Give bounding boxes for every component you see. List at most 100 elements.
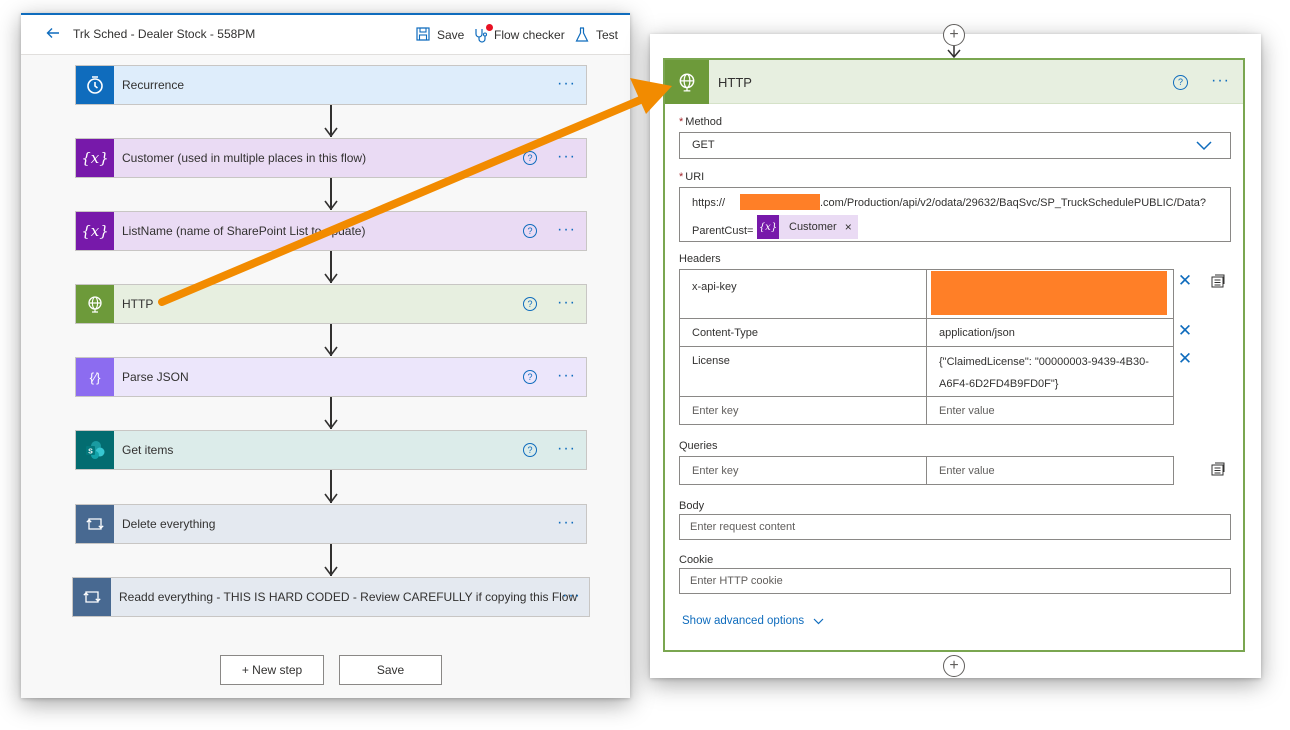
flow-designer-panel: Trk Sched - Dealer Stock - 558PM Save Fl… xyxy=(21,13,630,698)
redacted-api-key xyxy=(931,271,1167,315)
error-indicator-dot xyxy=(486,24,493,31)
globe-icon xyxy=(665,60,709,104)
designer-toolbar: Trk Sched - Dealer Stock - 558PM Save Fl… xyxy=(21,15,630,55)
step-label: Recurrence xyxy=(122,78,185,92)
http-card-header[interactable]: HTTP ? ··· xyxy=(665,60,1243,104)
svg-text:S: S xyxy=(88,449,93,456)
header-key-input[interactable]: Enter key xyxy=(679,396,927,425)
uri-label: * URI xyxy=(679,171,705,183)
body-input[interactable]: Enter request content xyxy=(679,514,1231,540)
help-icon[interactable]: ? xyxy=(523,151,537,165)
flask-icon xyxy=(575,27,591,43)
more-options-icon[interactable]: ··· xyxy=(557,148,576,166)
delete-header-icon[interactable]: ✕ xyxy=(1177,350,1193,368)
more-options-icon[interactable]: ··· xyxy=(557,440,576,458)
uri-param: ParentCust= xyxy=(692,225,754,237)
more-options-icon[interactable]: ··· xyxy=(557,514,576,532)
variable-icon: {x} xyxy=(76,212,114,250)
uri-prefix: https:// xyxy=(692,197,726,209)
help-icon[interactable]: ? xyxy=(1173,75,1188,90)
uri-input[interactable]: https:// .com/Production/api/v2/odata/29… xyxy=(679,187,1231,242)
sharepoint-icon: S xyxy=(76,431,114,469)
step-readd-everything[interactable]: Readd everything - THIS IS HARD CODED - … xyxy=(72,577,590,617)
step-label: HTTP xyxy=(122,297,154,311)
new-step-button[interactable]: + New step xyxy=(220,655,324,685)
loop-icon xyxy=(73,578,111,616)
chevron-down-icon xyxy=(1196,141,1212,151)
http-action-detail-panel: + HTTP ? ··· * Method GET * URI https:// .… xyxy=(650,24,1261,678)
help-icon[interactable]: ? xyxy=(523,297,537,311)
loop-icon xyxy=(76,505,114,543)
step-label: Customer (used in multiple places in thi… xyxy=(122,151,367,165)
headers-label: Headers xyxy=(679,253,721,265)
json-icon: {⁄} xyxy=(76,358,114,396)
query-value-input[interactable]: Enter value xyxy=(926,456,1174,485)
more-options-icon[interactable]: ··· xyxy=(557,367,576,385)
switch-to-text-mode-icon[interactable] xyxy=(1210,273,1226,294)
step-http[interactable]: HTTP ? ··· xyxy=(75,284,587,324)
more-options-icon[interactable]: ··· xyxy=(557,294,576,312)
chevron-down-icon xyxy=(813,618,824,624)
step-customer-variable[interactable]: {x} Customer (used in multiple places in… xyxy=(75,138,587,178)
more-options-icon[interactable]: ··· xyxy=(557,221,576,239)
stethoscope-icon xyxy=(473,24,493,43)
more-options-icon[interactable]: ··· xyxy=(562,587,581,605)
back-arrow-icon[interactable] xyxy=(42,24,64,46)
save-button[interactable]: Save xyxy=(339,655,442,685)
header-value-cell[interactable]: application/json xyxy=(926,318,1174,347)
method-label: * Method xyxy=(679,116,722,128)
delete-header-icon[interactable]: ✕ xyxy=(1177,272,1193,290)
test-label: Test xyxy=(596,28,619,42)
insert-step-plus-icon[interactable]: + xyxy=(943,24,965,46)
more-options-icon[interactable]: ··· xyxy=(1211,72,1230,90)
card-title: HTTP xyxy=(718,75,752,90)
header-key-cell[interactable]: x-api-key xyxy=(679,269,927,319)
delete-header-icon[interactable]: ✕ xyxy=(1177,322,1193,340)
switch-to-text-mode-icon[interactable] xyxy=(1210,461,1226,482)
step-recurrence[interactable]: Recurrence ··· xyxy=(75,65,587,105)
step-label: Parse JSON xyxy=(122,370,189,384)
test-button[interactable]: Test xyxy=(575,25,618,45)
header-key-cell[interactable]: Content-Type xyxy=(679,318,927,347)
header-value-cell[interactable]: {"ClaimedLicense": "00000003-9439-4B30-A… xyxy=(926,346,1174,397)
more-options-icon[interactable]: ··· xyxy=(557,75,576,93)
body-label: Body xyxy=(679,500,705,512)
show-advanced-options-link[interactable]: Show advanced options xyxy=(682,615,824,627)
help-icon[interactable]: ? xyxy=(523,443,537,457)
connector-arrow xyxy=(947,46,961,58)
method-value: GET xyxy=(692,139,715,151)
remove-token-icon[interactable]: × xyxy=(845,220,852,234)
http-action-card: HTTP ? ··· * Method GET * URI https:// .co… xyxy=(663,58,1245,652)
step-parse-json[interactable]: {⁄} Parse JSON ? ··· xyxy=(75,357,587,397)
step-get-items[interactable]: S Get items ? ··· xyxy=(75,430,587,470)
step-label: Readd everything - THIS IS HARD CODED - … xyxy=(119,590,578,604)
cookie-label: Cookie xyxy=(679,554,714,566)
step-listname-variable[interactable]: {x} ListName (name of SharePoint List to… xyxy=(75,211,587,251)
advanced-options-label: Show advanced options xyxy=(682,615,805,627)
header-value-cell[interactable] xyxy=(926,269,1174,319)
queries-label: Queries xyxy=(679,440,718,452)
clock-icon xyxy=(76,66,114,104)
step-label: Get items xyxy=(122,443,174,457)
header-key-cell[interactable]: License xyxy=(679,346,927,397)
help-icon[interactable]: ? xyxy=(523,224,537,238)
flow-checker-button[interactable]: Flow checker xyxy=(473,24,565,45)
flow-title: Trk Sched - Dealer Stock - 558PM xyxy=(73,27,256,41)
variable-icon: {x} xyxy=(757,215,779,239)
cookie-input[interactable]: Enter HTTP cookie xyxy=(679,568,1231,594)
uri-suffix: .com/Production/api/v2/odata/29632/BaqSv… xyxy=(820,197,1207,209)
flow-checker-label: Flow checker xyxy=(494,28,565,42)
toolbar-save-label: Save xyxy=(437,28,465,42)
help-icon[interactable]: ? xyxy=(523,370,537,384)
variable-icon: {x} xyxy=(76,139,114,177)
header-value-input[interactable]: Enter value xyxy=(926,396,1174,425)
customer-token[interactable]: {x} Customer × xyxy=(757,215,858,239)
toolbar-save-button[interactable]: Save xyxy=(416,25,464,45)
step-delete-everything[interactable]: Delete everything ··· xyxy=(75,504,587,544)
floppy-disk-icon xyxy=(416,27,432,43)
insert-step-plus-icon[interactable]: + xyxy=(943,655,965,677)
method-dropdown[interactable]: GET xyxy=(679,132,1231,159)
token-label: Customer xyxy=(789,221,837,233)
globe-icon xyxy=(76,285,114,323)
query-key-input[interactable]: Enter key xyxy=(679,456,927,485)
